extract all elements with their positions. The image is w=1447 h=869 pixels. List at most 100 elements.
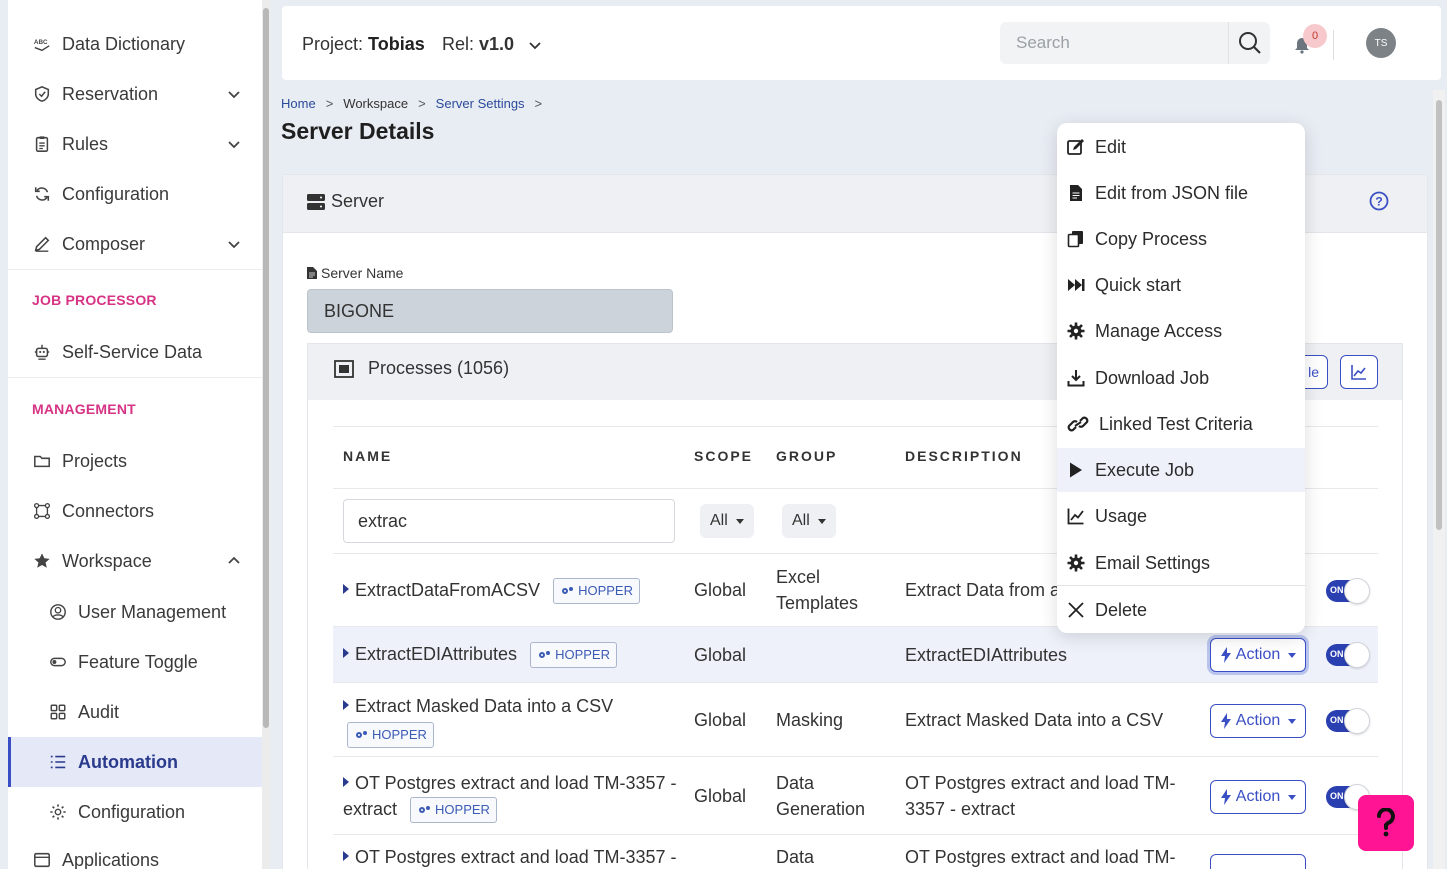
release-selector[interactable]: Rel: v1.0 xyxy=(442,34,543,55)
toggle-knob xyxy=(1344,578,1370,604)
gear-icon xyxy=(48,802,68,822)
group-filter-dropdown[interactable]: All xyxy=(782,504,836,538)
menu-item-edit[interactable]: Edit xyxy=(1057,125,1305,169)
action-button[interactable]: Action xyxy=(1210,638,1306,672)
table-row-name[interactable]: Extract Masked Data into a CSV xyxy=(343,693,613,719)
sidebar-item-rules[interactable]: Rules xyxy=(8,122,262,166)
server-card-title: Server xyxy=(331,191,385,211)
expand-icon[interactable] xyxy=(343,700,349,711)
pen-icon xyxy=(32,234,52,254)
menu-item-quick-start[interactable]: Quick start xyxy=(1057,263,1305,307)
sidebar-item-workspace[interactable]: Workspace xyxy=(8,539,262,583)
column-header-name[interactable]: NAME xyxy=(343,448,392,464)
scope-filter-dropdown[interactable]: All xyxy=(700,504,754,538)
sidebar-item-label: Rules xyxy=(62,133,109,154)
name-filter-input[interactable] xyxy=(343,499,675,543)
sidebar-item-label: Connectors xyxy=(62,500,155,521)
column-header-description[interactable]: DESCRIPTION xyxy=(905,448,1023,464)
svg-text:ABC: ABC xyxy=(34,39,48,46)
sidebar-item-composer[interactable]: Composer xyxy=(8,222,262,266)
process-enabled-toggle[interactable]: ON xyxy=(1326,642,1370,668)
menu-item-execute-job[interactable]: Execute Job xyxy=(1057,448,1305,492)
expand-icon[interactable] xyxy=(343,777,349,788)
table-row-name[interactable]: ExtractDataFromACSV HOPPER xyxy=(343,577,640,605)
table-cell-scope: Global xyxy=(694,645,747,665)
divider xyxy=(333,756,1378,757)
clipboard-icon xyxy=(32,134,52,154)
edit-icon xyxy=(1067,139,1084,155)
chevron-down-icon xyxy=(228,141,240,149)
menu-item-edit-from-json[interactable]: Edit from JSON file xyxy=(1057,171,1305,215)
user-circle-icon xyxy=(48,602,68,622)
sidebar-scrollbar[interactable] xyxy=(262,0,270,869)
sidebar-item-applications[interactable]: Applications xyxy=(8,838,262,869)
sidebar-item-connectors[interactable]: Connectors xyxy=(8,489,262,533)
abc-icon: ABC xyxy=(32,34,52,54)
sidebar-item-label: Workspace xyxy=(62,550,152,571)
sidebar-item-configuration[interactable]: Configuration xyxy=(8,172,262,216)
table-cell-group: Data Generation xyxy=(776,773,866,819)
sidebar-item-data-dictionary[interactable]: ABC Data Dictionary xyxy=(8,22,262,66)
expand-icon[interactable] xyxy=(343,851,349,862)
sidebar-item-configuration-sub[interactable]: Configuration xyxy=(8,790,262,834)
gear-icon xyxy=(1067,322,1085,340)
page-scrollbar[interactable] xyxy=(1433,90,1445,869)
table-cell-description: OT Postgres extract and load TM- 3357 - e… xyxy=(905,773,1176,819)
avatar[interactable]: TS xyxy=(1366,28,1396,58)
breadcrumb: Home > Workspace > Server Settings > xyxy=(281,96,543,111)
table-cell-group: Excel Templates xyxy=(776,567,859,613)
action-button[interactable] xyxy=(1210,854,1306,869)
scrollbar-thumb[interactable] xyxy=(263,8,269,728)
menu-item-copy-process[interactable]: Copy Process xyxy=(1057,217,1305,261)
chart-button[interactable] xyxy=(1340,355,1378,389)
chevron-down-icon xyxy=(529,42,541,50)
table-cell-scope: Global xyxy=(694,710,747,730)
process-enabled-toggle[interactable]: ON xyxy=(1326,578,1370,604)
apps-icon xyxy=(32,850,52,869)
server-icon xyxy=(307,193,325,210)
column-header-group[interactable]: GROUP xyxy=(776,448,837,464)
scrollbar-thumb[interactable] xyxy=(1436,100,1442,530)
menu-item-download-job[interactable]: Download Job xyxy=(1057,356,1305,400)
menu-item-linked-test-criteria[interactable]: Linked Test Criteria xyxy=(1057,402,1305,446)
action-button[interactable]: Action xyxy=(1210,704,1306,738)
breadcrumb-home[interactable]: Home xyxy=(281,96,316,111)
sidebar-item-label: Audit xyxy=(78,701,120,722)
sidebar-item-audit[interactable]: Audit xyxy=(8,690,262,734)
help-chat-button[interactable] xyxy=(1358,795,1414,851)
menu-item-email-settings[interactable]: Email Settings xyxy=(1057,541,1305,585)
section-management: MANAGEMENT xyxy=(32,401,136,417)
menu-item-manage-access[interactable]: Manage Access xyxy=(1057,309,1305,353)
sidebar-item-projects[interactable]: Projects xyxy=(8,439,262,483)
breadcrumb-server-settings[interactable]: Server Settings xyxy=(436,96,525,111)
table-row-name[interactable]: OT Postgres extract and load TM-3357 - xyxy=(343,844,677,869)
expand-icon[interactable] xyxy=(343,584,349,595)
menu-item-delete[interactable]: Delete xyxy=(1057,588,1305,632)
connectors-icon xyxy=(32,501,52,521)
sync-icon xyxy=(32,184,52,204)
menu-item-usage[interactable]: Usage xyxy=(1057,494,1305,538)
table-row-tag: HOPPER xyxy=(341,721,434,749)
table-row-name[interactable]: ExtractEDIAttributes HOPPER xyxy=(343,641,617,669)
action-button[interactable]: Action xyxy=(1210,780,1306,814)
sidebar-item-feature-toggle[interactable]: Feature Toggle xyxy=(8,640,262,684)
search-button[interactable] xyxy=(1228,22,1270,64)
table-row-name-continued: extract HOPPER xyxy=(343,796,497,824)
sidebar-item-self-service-data[interactable]: Self-Service Data xyxy=(8,330,262,374)
table-row-name[interactable]: OT Postgres extract and load TM-3357 - xyxy=(343,770,677,796)
sidebar-item-reservation[interactable]: Reservation xyxy=(8,72,262,116)
processes-icon xyxy=(334,359,354,378)
sidebar-item-automation[interactable]: Automation xyxy=(8,737,262,787)
search-input[interactable] xyxy=(1000,23,1228,63)
process-enabled-toggle[interactable]: ON xyxy=(1326,708,1370,734)
sidebar-item-label: Data Dictionary xyxy=(62,33,186,54)
sidebar-item-user-management[interactable]: User Management xyxy=(8,590,262,634)
expand-icon[interactable] xyxy=(343,648,349,659)
help-icon[interactable]: ? xyxy=(1369,191,1389,211)
caret-down-icon xyxy=(1288,794,1297,800)
project-selector[interactable]: Project: Tobias xyxy=(302,34,425,55)
hopper-tag: HOPPER xyxy=(553,578,640,605)
column-header-scope[interactable]: SCOPE xyxy=(694,448,753,464)
file-icon xyxy=(307,267,317,279)
divider xyxy=(1333,30,1334,60)
